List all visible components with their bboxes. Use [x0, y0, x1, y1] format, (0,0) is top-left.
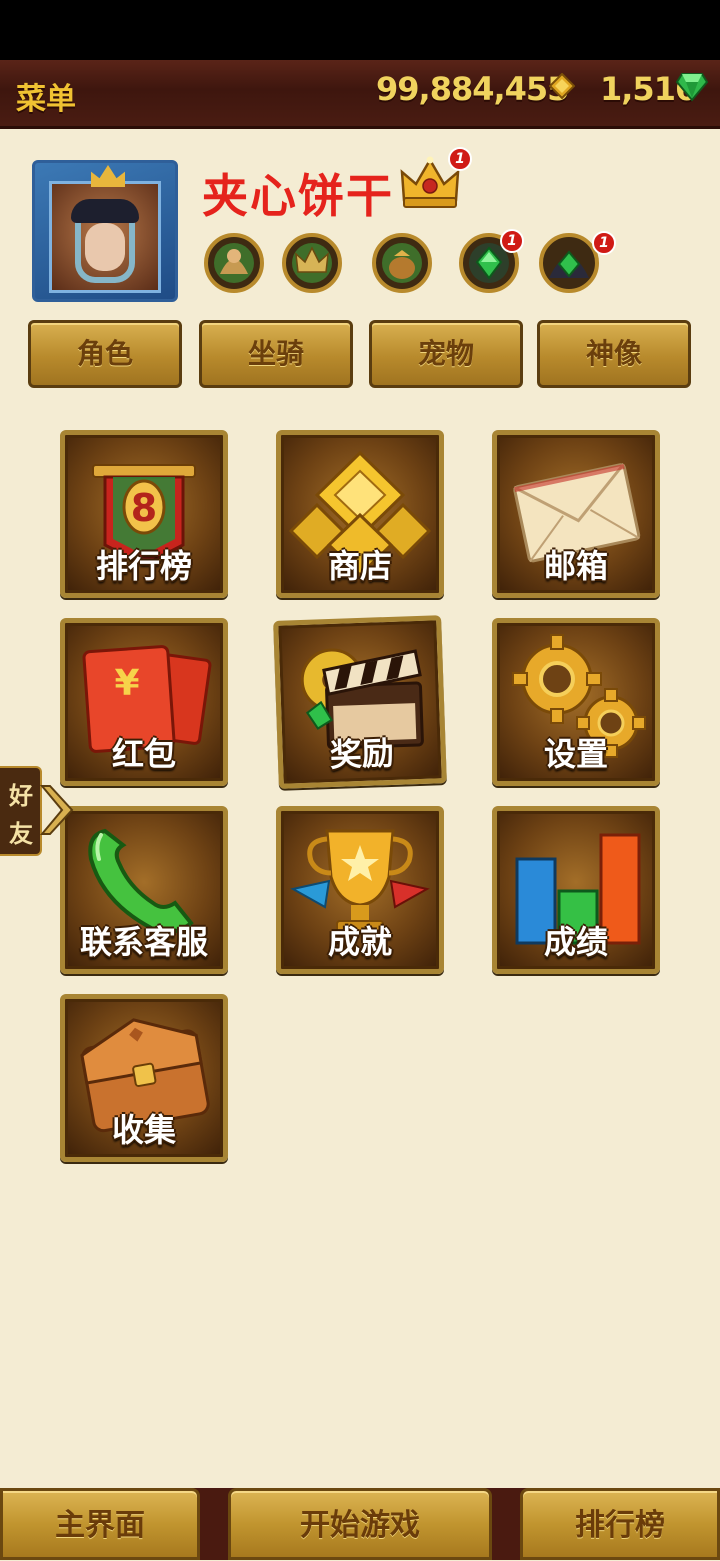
- tab-statue[interactable]: 神像: [537, 320, 691, 388]
- menu-tile-customer-service[interactable]: 联系客服: [60, 806, 228, 974]
- menu-label-mailbox: 邮箱: [543, 547, 608, 585]
- menu-title: 菜单: [16, 82, 76, 117]
- menu-tile-mailbox[interactable]: 邮箱: [492, 430, 660, 598]
- player-name: 夹心饼干: [202, 169, 394, 223]
- tab-pet[interactable]: 宠物: [369, 320, 523, 388]
- warrior-medal-icon[interactable]: [200, 232, 268, 294]
- nav-home-button[interactable]: 主界面: [0, 1488, 200, 1560]
- friends-tab-char-2: 友: [9, 820, 33, 848]
- menu-label-customer-service: 联系客服: [79, 923, 208, 961]
- menu-tile-shop[interactable]: 商店: [276, 430, 444, 598]
- nav-start-game-button[interactable]: 开始游戏: [228, 1488, 492, 1560]
- status-bar: [0, 0, 720, 60]
- menu-tile-reward[interactable]: 奖励: [273, 615, 447, 789]
- menu-label-reward: 奖励: [329, 733, 395, 775]
- gold-amount: 99,884,455: [376, 70, 569, 108]
- gem-icon: [676, 73, 708, 102]
- menu-tile-ranking[interactable]: 8 排行榜: [60, 430, 228, 598]
- menu-label-settings: 设置: [543, 735, 608, 773]
- tab-mount[interactable]: 坐骑: [199, 320, 353, 388]
- menu-tile-achievement[interactable]: 成就: [276, 806, 444, 974]
- avatar-crown-icon: [91, 165, 125, 187]
- menu-label-results: 成绩: [543, 923, 608, 961]
- friends-side-tab[interactable]: 好 友: [0, 766, 42, 856]
- player-avatar[interactable]: [32, 160, 178, 302]
- gold-coin-icon: [549, 73, 575, 99]
- tab-character[interactable]: 角色: [28, 320, 182, 388]
- svg-text:8: 8: [131, 486, 157, 530]
- nav-ranking-button[interactable]: 排行榜: [520, 1488, 720, 1560]
- medal-5-notification-badge: 1: [592, 231, 616, 255]
- menu-tile-settings[interactable]: 设置: [492, 618, 660, 786]
- menu-label-red-packet: 红包: [111, 735, 176, 773]
- medal-4-notification-badge: 1: [500, 229, 524, 253]
- top-bar: 菜单 99,884,455 1,516: [0, 60, 720, 129]
- avatar-police-hat: [71, 199, 139, 223]
- crown-medal-icon[interactable]: [278, 232, 346, 294]
- menu-label-collection: 收集: [111, 1111, 176, 1149]
- chevron-right-icon[interactable]: [40, 784, 76, 836]
- menu-tile-results[interactable]: 成绩: [492, 806, 660, 974]
- menu-tile-red-packet[interactable]: ¥ 红包: [60, 618, 228, 786]
- menu-tile-collection[interactable]: 收集: [60, 994, 228, 1162]
- svg-text:¥: ¥: [114, 663, 139, 704]
- treasure-bag-medal-icon[interactable]: [368, 232, 436, 294]
- menu-label-ranking: 排行榜: [95, 547, 192, 585]
- menu-label-shop: 商店: [327, 547, 392, 585]
- avatar-face: [85, 223, 125, 271]
- menu-label-achievement: 成就: [327, 923, 392, 961]
- friends-tab-char-1: 好: [9, 782, 33, 810]
- crown-notification-badge: 1: [448, 147, 472, 171]
